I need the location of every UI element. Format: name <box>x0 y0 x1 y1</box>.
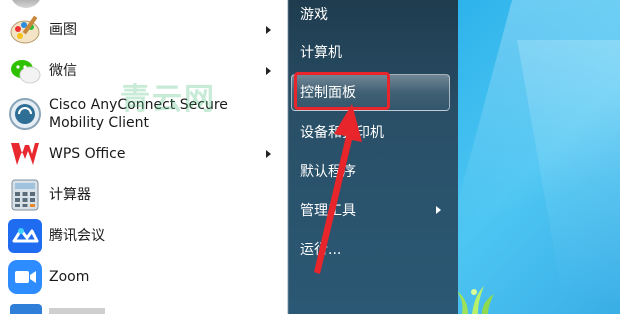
start-menu-programs-pane: 画图 微信 Cisco AnyConnect Secure Mobility C… <box>0 0 288 314</box>
program-label: 腾讯会议 <box>49 228 105 244</box>
calculator-icon <box>8 178 42 212</box>
submenu-arrow-icon <box>266 26 271 34</box>
partial-program-item <box>10 304 42 314</box>
partial-program-label <box>49 308 105 314</box>
program-label: 微信 <box>49 63 77 79</box>
program-label: 画图 <box>49 22 77 38</box>
program-paint[interactable]: 画图 <box>0 10 286 50</box>
grass-decoration <box>456 286 494 314</box>
paint-icon <box>8 13 42 47</box>
program-tencent-meeting[interactable]: 腾讯会议 <box>0 216 286 256</box>
submenu-arrow-icon <box>436 206 441 214</box>
submenu-arrow-icon <box>266 67 271 75</box>
menu-item-games[interactable]: 游戏 <box>300 6 328 24</box>
tencent-meeting-icon <box>8 219 42 253</box>
menu-item-computer[interactable]: 计算机 <box>300 44 342 62</box>
program-label: 计算器 <box>49 187 91 203</box>
program-calculator[interactable]: 计算器 <box>0 175 286 215</box>
wechat-icon <box>8 54 42 88</box>
watermark-logo: 青云网 <box>120 82 216 117</box>
program-label: WPS Office <box>49 146 126 162</box>
wps-icon <box>8 137 42 171</box>
cisco-anyconnect-icon <box>8 97 42 131</box>
program-wps-office[interactable]: WPS Office <box>0 134 286 174</box>
program-label: Zoom <box>49 269 90 285</box>
program-zoom[interactable]: Zoom <box>0 257 286 297</box>
zoom-icon <box>8 260 42 294</box>
partial-app-icon <box>10 0 42 8</box>
annotation-arrow-icon <box>314 104 362 274</box>
submenu-arrow-icon <box>266 150 271 158</box>
